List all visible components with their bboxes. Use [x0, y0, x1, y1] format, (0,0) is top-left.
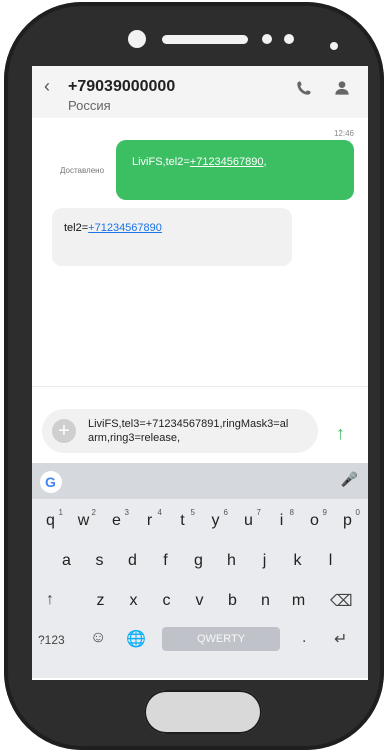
- key-i[interactable]: i8: [265, 503, 298, 539]
- message-time: 12:46: [333, 129, 354, 138]
- arrow-up-icon[interactable]: ↑: [336, 423, 345, 444]
- outgoing-prefix: LiviFS,tel2=: [132, 156, 190, 168]
- back-chevron-icon[interactable]: ‹: [44, 76, 50, 97]
- camera-icon: [128, 30, 146, 48]
- incoming-phone-link[interactable]: +71234567890: [88, 222, 162, 234]
- key-number-hint: 3: [124, 508, 129, 517]
- key-n[interactable]: n: [249, 583, 282, 619]
- numbers-key[interactable]: ?123: [38, 633, 65, 647]
- contact-country: Россия: [68, 98, 111, 113]
- key-m[interactable]: m: [282, 583, 315, 619]
- space-bar[interactable]: QWERTY: [162, 627, 280, 651]
- backspace-icon[interactable]: ⌫: [330, 591, 353, 611]
- key-v[interactable]: v: [183, 583, 216, 619]
- key-z[interactable]: z: [84, 583, 117, 619]
- key-number-hint: 7: [256, 508, 261, 517]
- key-k[interactable]: k: [281, 543, 314, 579]
- key-x[interactable]: x: [117, 583, 150, 619]
- key-number-hint: 6: [223, 508, 228, 517]
- key-number-hint: 2: [91, 508, 96, 517]
- key-number-hint: 1: [58, 508, 63, 517]
- outgoing-message-text: LiviFS,tel2=+71234567890,: [132, 156, 267, 168]
- delivery-status: Доставлено: [60, 166, 105, 175]
- conversation-header: ‹ +79039000000 Россия: [32, 66, 368, 119]
- key-j[interactable]: j: [248, 543, 281, 579]
- key-row-4: ?123 ☺ 🌐 QWERTY . ↵: [32, 627, 368, 663]
- incoming-message[interactable]: tel2=+71234567890: [52, 208, 292, 266]
- key-s[interactable]: s: [83, 543, 116, 579]
- key-number-hint: 9: [322, 508, 327, 517]
- key-y[interactable]: y6: [199, 503, 232, 539]
- key-c[interactable]: c: [150, 583, 183, 619]
- key-number-hint: 0: [355, 508, 360, 517]
- screen: ‹ +79039000000 Россия 12:46 Доставлено L…: [32, 66, 368, 680]
- key-b[interactable]: b: [216, 583, 249, 619]
- sensor-dot: [262, 34, 272, 44]
- phone-frame: ‹ +79039000000 Россия 12:46 Доставлено L…: [4, 2, 384, 750]
- key-number-hint: 5: [190, 508, 195, 517]
- sensor-dot: [284, 34, 294, 44]
- key-p[interactable]: p0: [331, 503, 364, 539]
- key-d[interactable]: d: [116, 543, 149, 579]
- key-h[interactable]: h: [215, 543, 248, 579]
- composer-bar: + LiviFS,tel3=+71234567891,ringMask3=al …: [32, 386, 368, 457]
- message-input-text[interactable]: LiviFS,tel3=+71234567891,ringMask3=al ar…: [88, 417, 312, 445]
- message-input-line: arm,ring3=release,: [88, 432, 181, 444]
- keyboard: G 🎤 q1w2e3r4t5y6u7i8o9p0 asdfghjkl ↑ ⌫ z…: [32, 463, 368, 678]
- shift-icon[interactable]: ↑: [46, 591, 54, 609]
- key-t[interactable]: t5: [166, 503, 199, 539]
- key-f[interactable]: f: [149, 543, 182, 579]
- microphone-icon[interactable]: 🎤: [341, 471, 358, 488]
- plus-icon[interactable]: +: [52, 419, 76, 443]
- emoji-icon[interactable]: ☺: [90, 629, 106, 647]
- outgoing-suffix: ,: [263, 156, 267, 168]
- key-row-1: q1w2e3r4t5y6u7i8o9p0: [32, 503, 368, 539]
- key-w[interactable]: w2: [67, 503, 100, 539]
- conversation-thread: 12:46 Доставлено LiviFS,tel2=+7123456789…: [32, 118, 368, 386]
- outgoing-phone-link[interactable]: +71234567890: [190, 156, 264, 168]
- key-e[interactable]: e3: [100, 503, 133, 539]
- outgoing-message[interactable]: LiviFS,tel2=+71234567890,: [116, 140, 354, 200]
- key-o[interactable]: o9: [298, 503, 331, 539]
- key-number-hint: 4: [157, 508, 162, 517]
- key-row-3: ↑ ⌫ zxcvbnm: [32, 583, 368, 619]
- sensor-dot: [330, 42, 338, 50]
- key-u[interactable]: u7: [232, 503, 265, 539]
- phone-icon[interactable]: [294, 78, 314, 98]
- incoming-prefix: tel2=: [64, 222, 89, 234]
- google-icon[interactable]: G: [40, 471, 62, 493]
- person-icon[interactable]: [332, 78, 352, 98]
- key-l[interactable]: l: [314, 543, 347, 579]
- incoming-message-text: tel2=+71234567890: [64, 222, 162, 234]
- speaker-grill: [162, 35, 248, 44]
- key-row-2: asdfghjkl: [32, 543, 368, 579]
- key-g[interactable]: g: [182, 543, 215, 579]
- globe-icon[interactable]: 🌐: [126, 629, 146, 649]
- enter-icon[interactable]: ↵: [334, 629, 347, 649]
- message-input[interactable]: + LiviFS,tel3=+71234567891,ringMask3=al …: [42, 409, 318, 453]
- message-input-line: LiviFS,tel3=+71234567891,ringMask3=al: [88, 418, 289, 430]
- key-a[interactable]: a: [50, 543, 83, 579]
- key-r[interactable]: r4: [133, 503, 166, 539]
- keyboard-suggestion-bar: G 🎤: [32, 463, 368, 499]
- key-number-hint: 8: [289, 508, 294, 517]
- period-key[interactable]: .: [302, 629, 306, 647]
- home-button[interactable]: [144, 690, 262, 734]
- contact-number: +79039000000: [68, 78, 176, 95]
- key-q[interactable]: q1: [34, 503, 67, 539]
